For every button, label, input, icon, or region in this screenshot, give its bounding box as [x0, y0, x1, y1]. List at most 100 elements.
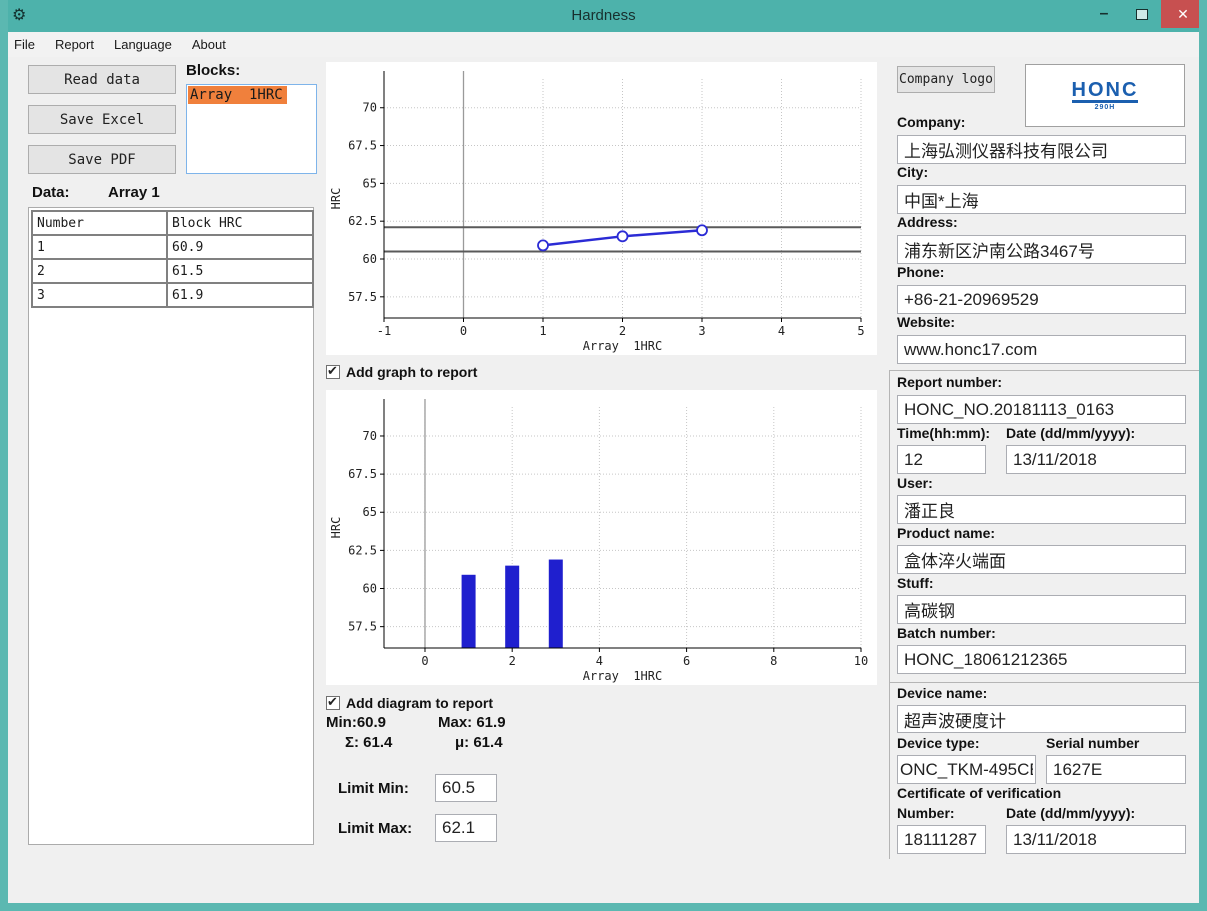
city-input[interactable]	[897, 185, 1186, 214]
svg-text:70: 70	[363, 101, 377, 115]
window-title: Hardness	[0, 7, 1207, 24]
svg-text:Array 1HRC: Array 1HRC	[583, 669, 662, 683]
svg-text:70: 70	[363, 429, 377, 443]
add-graph-checkbox[interactable]	[326, 365, 340, 379]
limit-max-label: Limit Max:	[338, 820, 412, 837]
menu-bar: File Report Language About	[0, 32, 1207, 57]
table-cell[interactable]: 1	[32, 235, 167, 259]
date-input[interactable]	[1006, 445, 1186, 474]
line-chart: 57.56062.56567.570-1012345Array 1HRCHRC	[326, 62, 877, 355]
svg-text:4: 4	[596, 654, 603, 668]
table-cell[interactable]: 61.9	[167, 283, 313, 307]
blocks-listbox[interactable]: Array 1HRC	[186, 84, 317, 174]
data-table: Number Block HRC 160.9261.5361.9	[31, 210, 314, 308]
table-row[interactable]: 160.9	[32, 235, 313, 259]
company-logo-button[interactable]: Company logo	[897, 66, 995, 93]
menu-about[interactable]: About	[182, 34, 236, 55]
maximize-icon	[1136, 9, 1148, 20]
batch-number-label: Batch number:	[897, 625, 996, 641]
save-excel-button[interactable]: Save Excel	[28, 105, 176, 134]
serial-number-input[interactable]	[1046, 755, 1186, 784]
limit-max-input[interactable]	[435, 814, 497, 842]
device-type-input[interactable]	[897, 755, 1036, 784]
menu-report[interactable]: Report	[45, 34, 104, 55]
svg-text:62.5: 62.5	[348, 543, 377, 557]
app-window: ⚙ Hardness – ✕ File Report Language Abou…	[0, 0, 1207, 911]
svg-text:4: 4	[778, 324, 785, 338]
batch-number-input[interactable]	[897, 645, 1186, 674]
stat-max: Max: 61.9	[438, 714, 506, 731]
svg-text:HRC: HRC	[329, 517, 343, 539]
table-cell[interactable]: 3	[32, 283, 167, 307]
svg-text:3: 3	[698, 324, 705, 338]
data-label: Data:	[32, 184, 70, 201]
report-number-input[interactable]	[897, 395, 1186, 424]
stat-min: Min:60.9	[326, 714, 386, 731]
website-input[interactable]	[897, 335, 1186, 364]
phone-label: Phone:	[897, 264, 944, 280]
svg-text:0: 0	[460, 324, 467, 338]
stuff-input[interactable]	[897, 595, 1186, 624]
data-table-panel: Number Block HRC 160.9261.5361.9	[28, 207, 314, 845]
read-data-button[interactable]: Read data	[28, 65, 176, 94]
svg-text:2: 2	[509, 654, 516, 668]
company-label: Company:	[897, 114, 965, 130]
limit-min-input[interactable]	[435, 774, 497, 802]
table-row[interactable]: 261.5	[32, 259, 313, 283]
svg-text:67.5: 67.5	[348, 139, 377, 153]
user-label: User:	[897, 475, 933, 491]
svg-text:65: 65	[363, 176, 377, 190]
menu-language[interactable]: Language	[104, 34, 182, 55]
time-label: Time(hh:mm):	[897, 425, 990, 441]
table-header-row: Number Block HRC	[32, 211, 313, 235]
table-cell[interactable]: 2	[32, 259, 167, 283]
report-number-label: Report number:	[897, 374, 1002, 390]
minimize-button[interactable]: –	[1085, 0, 1123, 28]
add-diagram-checkbox[interactable]	[326, 696, 340, 710]
stat-mean: μ: 61.4	[455, 734, 503, 751]
add-diagram-label: Add diagram to report	[346, 695, 493, 711]
svg-text:60: 60	[363, 582, 377, 596]
data-array-label: Array 1	[108, 184, 160, 201]
close-button[interactable]: ✕	[1161, 0, 1205, 28]
blocks-list-item[interactable]: Array 1HRC	[188, 86, 287, 104]
svg-text:57.5: 57.5	[348, 290, 377, 304]
cert-date-input[interactable]	[1006, 825, 1186, 854]
address-label: Address:	[897, 214, 958, 230]
address-input[interactable]	[897, 235, 1186, 264]
phone-input[interactable]	[897, 285, 1186, 314]
maximize-button[interactable]	[1123, 0, 1161, 28]
limit-min-label: Limit Min:	[338, 780, 409, 797]
titlebar: ⚙ Hardness – ✕	[0, 0, 1207, 32]
table-cell[interactable]: 61.5	[167, 259, 313, 283]
svg-text:65: 65	[363, 505, 377, 519]
svg-text:Array 1HRC: Array 1HRC	[583, 339, 662, 353]
user-input[interactable]	[897, 495, 1186, 524]
website-label: Website:	[897, 314, 955, 330]
svg-text:57.5: 57.5	[348, 620, 377, 634]
company-input[interactable]	[897, 135, 1186, 164]
save-pdf-button[interactable]: Save PDF	[28, 145, 176, 174]
logo-sub-text: 290H	[1095, 104, 1116, 111]
add-diagram-checkrow: Add diagram to report	[326, 695, 493, 711]
svg-text:62.5: 62.5	[348, 214, 377, 228]
time-input[interactable]	[897, 445, 986, 474]
table-cell[interactable]: 60.9	[167, 235, 313, 259]
svg-text:8: 8	[770, 654, 777, 668]
product-name-input[interactable]	[897, 545, 1186, 574]
device-name-label: Device name:	[897, 685, 987, 701]
device-type-label: Device type:	[897, 735, 979, 751]
add-graph-checkrow: Add graph to report	[326, 364, 477, 380]
device-name-input[interactable]	[897, 705, 1186, 733]
svg-text:60: 60	[363, 252, 377, 266]
serial-number-label: Serial number	[1046, 735, 1139, 751]
svg-text:6: 6	[683, 654, 690, 668]
svg-text:67.5: 67.5	[348, 467, 377, 481]
menu-file[interactable]: File	[4, 34, 45, 55]
cert-date-label: Date (dd/mm/yyyy):	[1006, 805, 1135, 821]
cert-number-input[interactable]	[897, 825, 986, 854]
table-row[interactable]: 361.9	[32, 283, 313, 307]
stuff-label: Stuff:	[897, 575, 934, 591]
certificate-label: Certificate of verification	[897, 785, 1061, 801]
company-logo-image: HONC 290H	[1025, 64, 1185, 127]
